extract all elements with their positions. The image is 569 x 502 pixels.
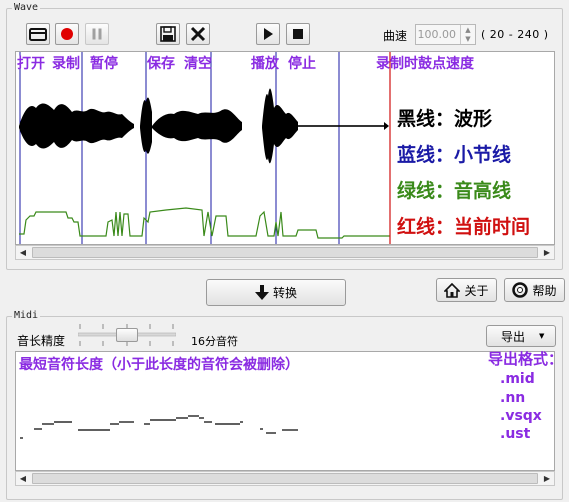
midi-scrollbar[interactable]: ◀ ▶ xyxy=(15,471,555,486)
annotation-play: 播放 xyxy=(251,56,279,72)
scroll-right-arrow[interactable]: ▶ xyxy=(540,246,554,259)
scroll-thumb[interactable] xyxy=(32,247,538,258)
annotation-open: 打开 xyxy=(17,56,45,72)
tempo-spinbox[interactable]: 100.00 ▲ ▼ xyxy=(415,24,476,45)
scroll-right-arrow[interactable]: ▶ xyxy=(540,472,554,485)
help-label: 帮助 xyxy=(532,283,557,298)
lifebuoy-icon xyxy=(512,282,529,298)
annotation-record-tempo: 录制时鼓点速度 xyxy=(376,56,474,72)
floppy-disk-icon xyxy=(160,26,176,42)
annotation-clear: 清空 xyxy=(184,56,212,72)
record-icon xyxy=(61,28,73,40)
wave-group-title: Wave xyxy=(12,2,41,13)
scroll-left-arrow[interactable]: ◀ xyxy=(16,246,30,259)
precision-slider[interactable] xyxy=(78,322,176,348)
play-button[interactable] xyxy=(256,23,280,45)
tempo-spin-down[interactable]: ▼ xyxy=(460,34,475,44)
chevron-down-icon: ▼ xyxy=(539,332,545,340)
export-format-item: .ust xyxy=(500,426,531,442)
save-button[interactable] xyxy=(156,23,180,45)
convert-label: 转换 xyxy=(272,286,297,300)
precision-value: 16分音符 xyxy=(191,335,238,348)
note-annotation: 最短音符长度（小于此长度的音符会被删除） xyxy=(19,357,299,373)
wave-display[interactable]: 打开 录制 暂停 保存 清空 播放 停止 录制时鼓点速度 黑线：波形 蓝线：小节… xyxy=(15,51,555,245)
export-format-item: .nn xyxy=(500,390,526,406)
tempo-range: ( 20 - 240 ) xyxy=(481,28,549,41)
open-button[interactable] xyxy=(26,23,50,45)
about-button[interactable]: 关于 xyxy=(436,278,497,302)
waveform xyxy=(19,88,386,164)
home-icon xyxy=(444,282,461,298)
tempo-value: 100.00 xyxy=(417,28,457,41)
down-arrow-icon xyxy=(254,285,269,300)
convert-button[interactable]: 转换 xyxy=(206,279,346,306)
legend-blue: 蓝线：小节线 xyxy=(397,144,512,166)
stop-button[interactable] xyxy=(286,23,310,45)
tempo-label: 曲速 xyxy=(383,29,408,43)
legend-black: 黑线：波形 xyxy=(397,108,493,130)
scroll-left-arrow[interactable]: ◀ xyxy=(16,472,30,485)
annotation-pause: 暂停 xyxy=(90,56,118,72)
legend-green: 绿线：音高线 xyxy=(397,180,512,202)
export-label: 导出 xyxy=(501,329,526,344)
close-x-icon xyxy=(190,26,206,42)
help-button[interactable]: 帮助 xyxy=(504,278,565,302)
slider-thumb[interactable] xyxy=(116,328,138,342)
export-formats-title: 导出格式： xyxy=(488,350,564,368)
annotation-record: 录制 xyxy=(52,56,80,72)
legend-red: 红线：当前时间 xyxy=(397,216,531,238)
midi-display[interactable]: 最短音符长度（小于此长度的音符会被删除） xyxy=(15,351,555,471)
about-label: 关于 xyxy=(464,283,489,298)
scroll-thumb[interactable] xyxy=(32,473,538,484)
export-format-item: .vsqx xyxy=(500,408,542,424)
record-button[interactable] xyxy=(55,23,79,45)
stop-icon xyxy=(293,29,303,39)
midi-group-title: Midi xyxy=(12,310,41,321)
folder-open-icon xyxy=(29,28,47,41)
pitch-line xyxy=(19,207,390,239)
pause-icon xyxy=(92,28,102,40)
pause-button[interactable] xyxy=(85,23,109,45)
precision-label: 音长精度 xyxy=(17,334,66,348)
export-dropdown[interactable]: 导出 ▼ xyxy=(486,325,556,347)
annotation-stop: 停止 xyxy=(288,56,316,72)
play-icon xyxy=(264,28,273,40)
wave-scrollbar[interactable]: ◀ ▶ xyxy=(15,245,555,260)
export-format-item: .mid xyxy=(500,371,535,387)
annotation-save: 保存 xyxy=(147,56,175,72)
clear-button[interactable] xyxy=(186,23,210,45)
